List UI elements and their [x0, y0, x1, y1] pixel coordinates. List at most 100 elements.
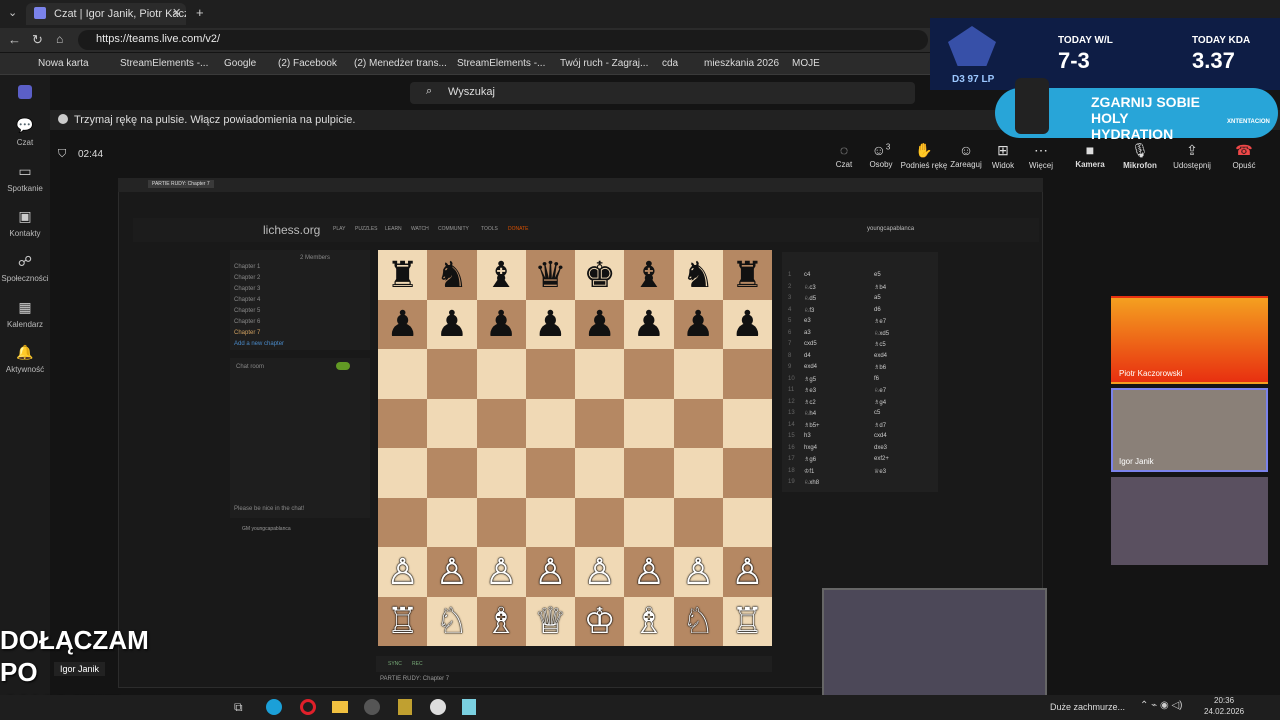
move-white[interactable]: d4: [804, 353, 811, 364]
board-square[interactable]: ♛: [525, 250, 575, 300]
board-square[interactable]: ♕: [525, 596, 575, 646]
lichess-logo[interactable]: lichess.org: [263, 223, 320, 237]
bookmark-item[interactable]: Twój ruch - Zagraj...: [560, 58, 648, 69]
board-square[interactable]: ♟: [476, 299, 526, 349]
board-square[interactable]: [427, 448, 477, 498]
move-white[interactable]: ♗b5+: [804, 422, 820, 433]
board-square[interactable]: ♔: [575, 596, 625, 646]
white-piece[interactable]: ♙: [682, 553, 714, 590]
move-white[interactable]: ♗c2: [804, 399, 816, 410]
nav-play[interactable]: PLAY: [333, 226, 345, 232]
bookmark-item[interactable]: (2) Menedżer trans...: [354, 58, 447, 69]
move-white[interactable]: c4: [804, 272, 810, 283]
move-white[interactable]: a3: [804, 330, 811, 341]
browser-tab-active[interactable]: Czat | Igor Janik, Piotr Kaczorowski: [26, 3, 186, 25]
board-square[interactable]: ♖: [378, 596, 428, 646]
black-piece[interactable]: ♟: [485, 306, 517, 342]
board-square[interactable]: ♟: [624, 299, 674, 349]
board-square[interactable]: [378, 448, 428, 498]
bookmark-item[interactable]: (2) Facebook: [278, 58, 337, 69]
white-piece[interactable]: ♔: [583, 603, 615, 639]
board-square[interactable]: [427, 398, 477, 448]
board-square[interactable]: ♝: [476, 250, 526, 300]
board-square[interactable]: ♝: [624, 250, 674, 300]
board-square[interactable]: ♟: [575, 299, 625, 349]
move-black[interactable]: exf2+: [874, 456, 889, 467]
nav-community[interactable]: COMMUNITY: [438, 226, 469, 232]
white-piece[interactable]: ♘: [682, 603, 714, 639]
black-piece[interactable]: ♟: [436, 306, 468, 342]
move-white[interactable]: ♘f3: [804, 307, 814, 318]
move-black[interactable]: e5: [874, 272, 881, 283]
move-white[interactable]: ♗g6: [804, 456, 816, 467]
tray-icons[interactable]: ⌃ ⌁ ◉ ◁): [1140, 700, 1182, 711]
board-square[interactable]: [378, 398, 428, 448]
board-square[interactable]: [378, 497, 428, 547]
board-square[interactable]: [624, 497, 674, 547]
mic-button[interactable]: 🎙 Mikrofon: [1122, 142, 1158, 170]
board-square[interactable]: [624, 349, 674, 399]
participant-video-active[interactable]: Igor Janik: [1111, 388, 1268, 472]
chapter-item[interactable]: Chapter 3: [234, 286, 284, 297]
nav-donate[interactable]: DONATE: [508, 226, 528, 232]
white-piece[interactable]: ♙: [436, 553, 468, 590]
chat-toggle[interactable]: [336, 362, 350, 370]
bookmark-item[interactable]: StreamElements -...: [457, 58, 545, 69]
move-white[interactable]: ♘c3: [804, 284, 816, 295]
bookmark-item[interactable]: cda: [662, 58, 678, 69]
move-white[interactable]: cxd5: [804, 341, 817, 352]
black-piece[interactable]: ♞: [436, 256, 468, 293]
back-icon[interactable]: ←: [8, 32, 21, 47]
rail-item-calendar[interactable]: ▦ Kalendarz: [0, 299, 50, 329]
new-tab-icon[interactable]: +: [196, 5, 204, 20]
obs-icon[interactable]: [364, 699, 380, 715]
bookmark-item[interactable]: mieszkania 2026: [704, 58, 779, 69]
members-tab[interactable]: 2 Members: [300, 255, 330, 261]
move-black[interactable]: ♗b4: [874, 284, 886, 295]
board-square[interactable]: [476, 398, 526, 448]
chapter-item[interactable]: Chapter 4: [234, 297, 284, 308]
white-piece[interactable]: ♙: [386, 553, 418, 590]
board-square[interactable]: ♙: [427, 547, 477, 597]
board-square[interactable]: ♜: [722, 250, 772, 300]
rail-item-contacts[interactable]: ▣ Kontakty: [0, 208, 50, 238]
add-chapter-button[interactable]: Add a new chapter: [234, 341, 284, 352]
move-black[interactable]: ♘e7: [874, 387, 886, 398]
board-square[interactable]: ♖: [722, 596, 772, 646]
board-square[interactable]: ♟: [427, 299, 477, 349]
tab-close-icon[interactable]: ✕: [172, 6, 181, 19]
people-button[interactable]: ☺3 Osoby: [868, 142, 894, 169]
home-icon[interactable]: ⌂: [56, 32, 63, 46]
black-piece[interactable]: ♟: [682, 306, 714, 342]
board-square[interactable]: [575, 349, 625, 399]
white-piece[interactable]: ♗: [633, 603, 665, 639]
board-square[interactable]: ♙: [673, 547, 723, 597]
move-white[interactable]: exd4: [804, 364, 817, 375]
rail-item-activity[interactable]: 🔔 Aktywność: [0, 344, 50, 374]
black-piece[interactable]: ♝: [485, 256, 517, 293]
share-button[interactable]: ⇪ Udostępnij: [1172, 142, 1212, 170]
rail-item-chat[interactable]: 💬 Czat: [0, 117, 50, 147]
board-square[interactable]: [722, 497, 772, 547]
board-square[interactable]: ♟: [673, 299, 723, 349]
bookmark-item[interactable]: Nowa karta: [38, 58, 89, 69]
black-piece[interactable]: ♟: [583, 306, 615, 342]
black-piece[interactable]: ♟: [534, 306, 566, 342]
search-input[interactable]: ⌕ Wyszukaj: [410, 82, 915, 104]
board-square[interactable]: [525, 398, 575, 448]
board-square[interactable]: ♘: [427, 596, 477, 646]
board-square[interactable]: ♙: [722, 547, 772, 597]
sync-toggle[interactable]: SYNC: [388, 661, 402, 667]
move-white[interactable]: h3: [804, 433, 811, 444]
board-square[interactable]: ♗: [476, 596, 526, 646]
react-button[interactable]: ☺ Zareaguj: [950, 142, 982, 169]
chat-input[interactable]: Please be nice in the chat!: [234, 506, 304, 512]
black-piece[interactable]: ♞: [682, 256, 714, 293]
clock-time[interactable]: 20:36: [1214, 696, 1234, 705]
board-square[interactable]: ♜: [378, 250, 428, 300]
move-black[interactable]: exd4: [874, 353, 887, 364]
board-square[interactable]: [673, 349, 723, 399]
board-square[interactable]: [525, 349, 575, 399]
rail-item-communities[interactable]: ☍ Społeczności: [0, 253, 50, 283]
chapter-item-active[interactable]: Chapter 7: [234, 330, 284, 341]
